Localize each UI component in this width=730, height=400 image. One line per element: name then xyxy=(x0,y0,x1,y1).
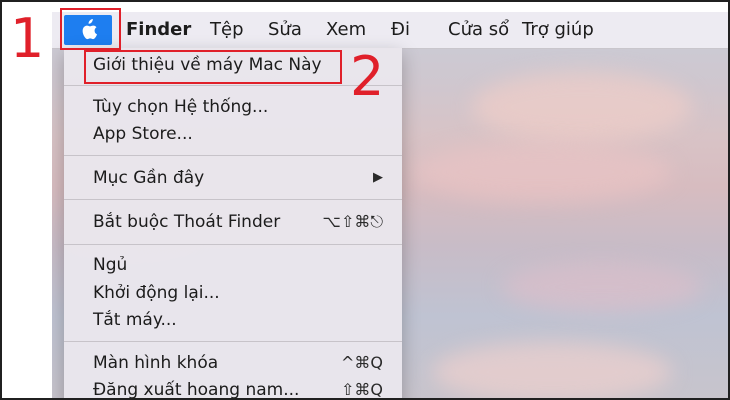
menu-view[interactable]: Xem xyxy=(326,12,366,48)
menu-item-shut-down[interactable]: Tắt máy... xyxy=(93,307,393,333)
menu-item-recent-items[interactable]: Mục Gần đây ▶ xyxy=(93,165,393,191)
menu-item-shortcut: ^⌘Q xyxy=(341,353,383,372)
highlight-about-this-mac xyxy=(84,50,342,84)
menu-item-force-quit[interactable]: Bắt buộc Thoát Finder ⌥⇧⌘⎋ xyxy=(93,209,393,235)
menu-item-system-preferences[interactable]: Tùy chọn Hệ thống... xyxy=(93,94,393,120)
menu-item-label: Bắt buộc Thoát Finder xyxy=(93,212,281,232)
step-number-1: 1 xyxy=(10,7,45,70)
wallpaper-cloud xyxy=(472,72,692,142)
menu-item-label: Tùy chọn Hệ thống... xyxy=(93,97,269,117)
menu-go[interactable]: Đi xyxy=(391,12,410,48)
menu-item-shortcut: ⌥⇧⌘⎋ xyxy=(322,212,384,231)
wallpaper-cloud xyxy=(432,342,672,398)
wallpaper-cloud xyxy=(502,262,702,312)
menu-separator xyxy=(64,155,402,156)
step-number-2: 2 xyxy=(350,45,385,108)
menu-item-log-out[interactable]: Đăng xuất hoang nam... ⇧⌘Q xyxy=(93,377,393,400)
menu-separator xyxy=(64,199,402,200)
menu-item-label: App Store... xyxy=(93,124,193,144)
menu-item-app-store[interactable]: App Store... xyxy=(93,121,393,147)
wallpaper-cloud xyxy=(412,142,672,202)
menu-help[interactable]: Trợ giúp xyxy=(522,12,594,48)
menu-item-label: Đăng xuất hoang nam... xyxy=(93,380,300,400)
menu-item-lock-screen[interactable]: Màn hình khóa ^⌘Q xyxy=(93,350,393,376)
menu-item-label: Màn hình khóa xyxy=(93,353,219,373)
menu-item-label: Mục Gần đây xyxy=(93,168,205,188)
screenshot-frame: Finder Tệp Sửa Xem Đi Cửa sổ Trợ giúp Gi… xyxy=(0,0,730,400)
highlight-apple-menu xyxy=(60,8,121,50)
submenu-arrow-icon: ▶ xyxy=(373,170,383,185)
menu-file[interactable]: Tệp xyxy=(210,12,244,48)
menu-separator xyxy=(64,341,402,342)
menu-separator xyxy=(64,244,402,245)
menu-edit[interactable]: Sửa xyxy=(268,12,302,48)
menu-item-label: Khởi động lại... xyxy=(93,283,220,303)
menu-bar: Finder Tệp Sửa Xem Đi Cửa sổ Trợ giúp xyxy=(52,12,728,49)
menu-item-shortcut: ⇧⌘Q xyxy=(341,380,383,399)
menu-item-label: Ngủ xyxy=(93,255,128,275)
menu-finder[interactable]: Finder xyxy=(126,12,191,48)
menu-window[interactable]: Cửa sổ xyxy=(448,12,509,48)
menu-item-label: Tắt máy... xyxy=(93,310,177,330)
menu-item-restart[interactable]: Khởi động lại... xyxy=(93,280,393,306)
menu-item-sleep[interactable]: Ngủ xyxy=(93,252,393,278)
